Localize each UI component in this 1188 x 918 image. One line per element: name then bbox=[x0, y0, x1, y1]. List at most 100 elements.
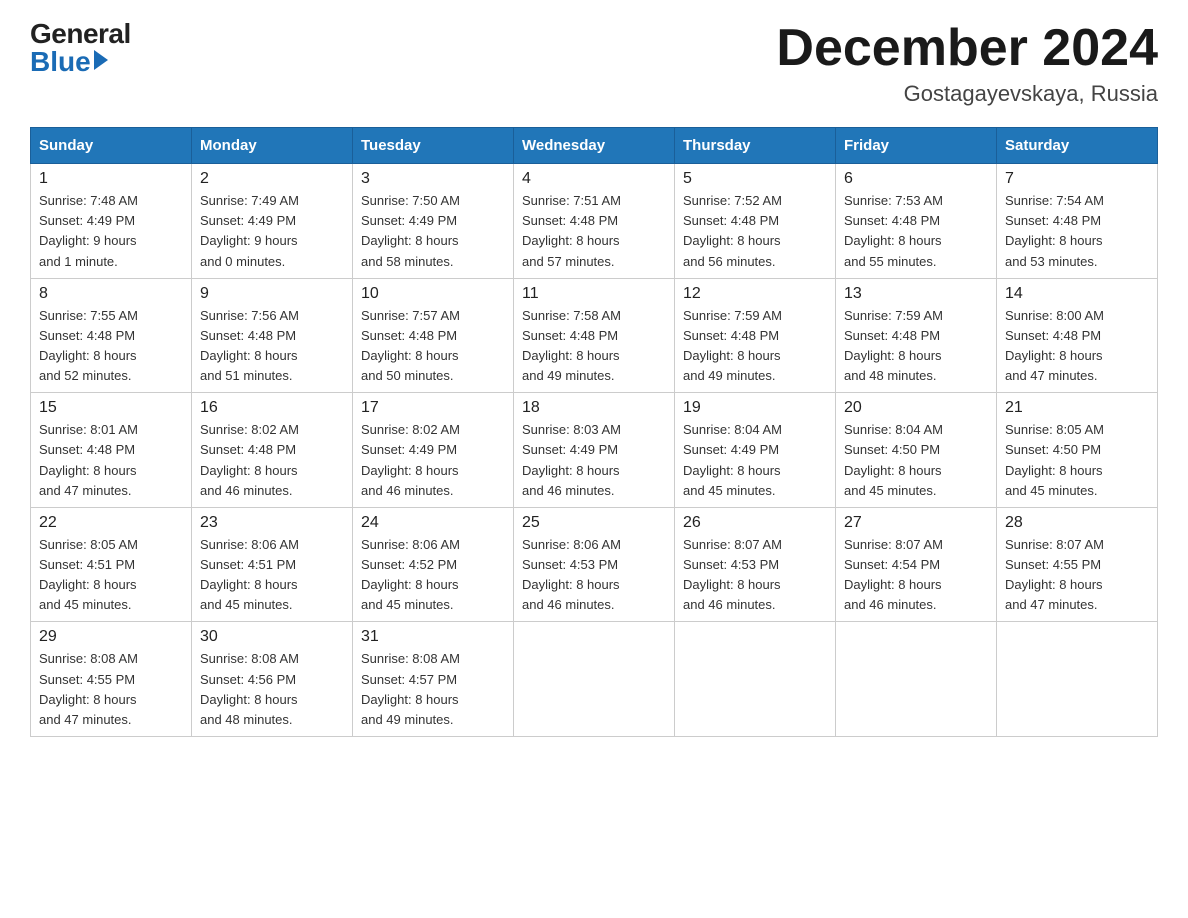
day-info: Sunrise: 8:05 AMSunset: 4:51 PMDaylight:… bbox=[39, 535, 183, 616]
logo-general-text: General bbox=[30, 18, 131, 49]
calendar-cell: 23Sunrise: 8:06 AMSunset: 4:51 PMDayligh… bbox=[192, 507, 353, 622]
header-saturday: Saturday bbox=[997, 128, 1158, 164]
day-info: Sunrise: 8:07 AMSunset: 4:55 PMDaylight:… bbox=[1005, 535, 1149, 616]
day-number: 19 bbox=[683, 399, 827, 417]
day-info: Sunrise: 8:04 AMSunset: 4:49 PMDaylight:… bbox=[683, 420, 827, 501]
calendar-week-row: 22 Sunrise: 8:05 AMSunset: 4:51 PMDayligh… bbox=[31, 507, 1158, 622]
day-number: 6 bbox=[844, 170, 988, 188]
calendar-cell: 31 Sunrise: 8:08 AMSunset: 4:57 PMDayligh… bbox=[353, 622, 514, 737]
logo-blue-text: Blue bbox=[30, 48, 91, 76]
day-number: 15 bbox=[39, 399, 183, 417]
day-number: 17 bbox=[361, 399, 505, 417]
calendar-cell: 15Sunrise: 8:01 AMSunset: 4:48 PMDayligh… bbox=[31, 393, 192, 508]
day-number: 9 bbox=[200, 285, 344, 303]
calendar-cell: 18 Sunrise: 8:03 AMSunset: 4:49 PMDayligh… bbox=[514, 393, 675, 508]
calendar-cell: 6 Sunrise: 7:53 AMSunset: 4:48 PMDaylight… bbox=[836, 164, 997, 279]
day-number: 29 bbox=[39, 628, 183, 646]
header-tuesday: Tuesday bbox=[353, 128, 514, 164]
calendar-week-row: 1 Sunrise: 7:48 AMSunset: 4:49 PMDaylight… bbox=[31, 164, 1158, 279]
day-info: Sunrise: 8:05 AMSunset: 4:50 PMDaylight:… bbox=[1005, 420, 1149, 501]
calendar-cell: 29 Sunrise: 8:08 AMSunset: 4:55 PMDayligh… bbox=[31, 622, 192, 737]
day-info: Sunrise: 8:06 AMSunset: 4:53 PMDaylight:… bbox=[522, 535, 666, 616]
calendar-cell: 25 Sunrise: 8:06 AMSunset: 4:53 PMDayligh… bbox=[514, 507, 675, 622]
day-number: 16 bbox=[200, 399, 344, 417]
day-info: Sunrise: 7:52 AMSunset: 4:48 PMDaylight:… bbox=[683, 191, 827, 272]
page-header: General Blue December 2024 Gostagayevska… bbox=[30, 20, 1158, 107]
day-info: Sunrise: 7:59 AMSunset: 4:48 PMDaylight:… bbox=[683, 306, 827, 387]
calendar-cell: 7 Sunrise: 7:54 AMSunset: 4:48 PMDaylight… bbox=[997, 164, 1158, 279]
calendar-cell: 26 Sunrise: 8:07 AMSunset: 4:53 PMDayligh… bbox=[675, 507, 836, 622]
day-info: Sunrise: 7:51 AMSunset: 4:48 PMDaylight:… bbox=[522, 191, 666, 272]
calendar-week-row: 8 Sunrise: 7:55 AMSunset: 4:48 PMDaylight… bbox=[31, 278, 1158, 393]
calendar-cell: 1 Sunrise: 7:48 AMSunset: 4:49 PMDaylight… bbox=[31, 164, 192, 279]
day-number: 8 bbox=[39, 285, 183, 303]
day-info: Sunrise: 7:56 AMSunset: 4:48 PMDaylight:… bbox=[200, 306, 344, 387]
calendar-cell: 22 Sunrise: 8:05 AMSunset: 4:51 PMDayligh… bbox=[31, 507, 192, 622]
header-wednesday: Wednesday bbox=[514, 128, 675, 164]
calendar-cell: 11Sunrise: 7:58 AMSunset: 4:48 PMDayligh… bbox=[514, 278, 675, 393]
day-number: 1 bbox=[39, 170, 183, 188]
day-number: 23 bbox=[200, 514, 344, 532]
day-number: 26 bbox=[683, 514, 827, 532]
day-number: 13 bbox=[844, 285, 988, 303]
calendar-cell: 17 Sunrise: 8:02 AMSunset: 4:49 PMDayligh… bbox=[353, 393, 514, 508]
day-info: Sunrise: 7:53 AMSunset: 4:48 PMDaylight:… bbox=[844, 191, 988, 272]
title-block: December 2024 Gostagayevskaya, Russia bbox=[776, 20, 1158, 107]
day-info: Sunrise: 8:02 AMSunset: 4:48 PMDaylight:… bbox=[200, 420, 344, 501]
day-number: 12 bbox=[683, 285, 827, 303]
calendar-cell: 9 Sunrise: 7:56 AMSunset: 4:48 PMDaylight… bbox=[192, 278, 353, 393]
day-info: Sunrise: 7:54 AMSunset: 4:48 PMDaylight:… bbox=[1005, 191, 1149, 272]
day-info: Sunrise: 7:48 AMSunset: 4:49 PMDaylight:… bbox=[39, 191, 183, 272]
day-info: Sunrise: 8:02 AMSunset: 4:49 PMDaylight:… bbox=[361, 420, 505, 501]
day-info: Sunrise: 7:59 AMSunset: 4:48 PMDaylight:… bbox=[844, 306, 988, 387]
day-info: Sunrise: 8:08 AMSunset: 4:56 PMDaylight:… bbox=[200, 649, 344, 730]
header-friday: Friday bbox=[836, 128, 997, 164]
calendar-header-row: SundayMondayTuesdayWednesdayThursdayFrid… bbox=[31, 128, 1158, 164]
logo: General Blue bbox=[30, 20, 131, 76]
header-thursday: Thursday bbox=[675, 128, 836, 164]
day-info: Sunrise: 8:08 AMSunset: 4:55 PMDaylight:… bbox=[39, 649, 183, 730]
location-text: Gostagayevskaya, Russia bbox=[776, 81, 1158, 107]
calendar-cell: 20 Sunrise: 8:04 AMSunset: 4:50 PMDayligh… bbox=[836, 393, 997, 508]
day-number: 30 bbox=[200, 628, 344, 646]
day-number: 7 bbox=[1005, 170, 1149, 188]
calendar-cell: 24Sunrise: 8:06 AMSunset: 4:52 PMDayligh… bbox=[353, 507, 514, 622]
calendar-week-row: 15Sunrise: 8:01 AMSunset: 4:48 PMDayligh… bbox=[31, 393, 1158, 508]
day-number: 4 bbox=[522, 170, 666, 188]
day-number: 28 bbox=[1005, 514, 1149, 532]
day-info: Sunrise: 8:08 AMSunset: 4:57 PMDaylight:… bbox=[361, 649, 505, 730]
day-info: Sunrise: 7:55 AMSunset: 4:48 PMDaylight:… bbox=[39, 306, 183, 387]
calendar-cell: 3Sunrise: 7:50 AMSunset: 4:49 PMDaylight… bbox=[353, 164, 514, 279]
day-info: Sunrise: 8:07 AMSunset: 4:53 PMDaylight:… bbox=[683, 535, 827, 616]
day-number: 3 bbox=[361, 170, 505, 188]
header-monday: Monday bbox=[192, 128, 353, 164]
calendar-cell bbox=[514, 622, 675, 737]
day-info: Sunrise: 8:03 AMSunset: 4:49 PMDaylight:… bbox=[522, 420, 666, 501]
day-number: 10 bbox=[361, 285, 505, 303]
day-number: 22 bbox=[39, 514, 183, 532]
day-number: 27 bbox=[844, 514, 988, 532]
calendar-table: SundayMondayTuesdayWednesdayThursdayFrid… bbox=[30, 127, 1158, 737]
day-number: 2 bbox=[200, 170, 344, 188]
calendar-cell: 28 Sunrise: 8:07 AMSunset: 4:55 PMDayligh… bbox=[997, 507, 1158, 622]
calendar-cell: 16 Sunrise: 8:02 AMSunset: 4:48 PMDayligh… bbox=[192, 393, 353, 508]
day-info: Sunrise: 7:57 AMSunset: 4:48 PMDaylight:… bbox=[361, 306, 505, 387]
day-info: Sunrise: 8:04 AMSunset: 4:50 PMDaylight:… bbox=[844, 420, 988, 501]
day-number: 25 bbox=[522, 514, 666, 532]
day-number: 11 bbox=[522, 285, 666, 303]
day-number: 20 bbox=[844, 399, 988, 417]
header-sunday: Sunday bbox=[31, 128, 192, 164]
calendar-cell: 27Sunrise: 8:07 AMSunset: 4:54 PMDayligh… bbox=[836, 507, 997, 622]
month-title: December 2024 bbox=[776, 20, 1158, 77]
day-number: 14 bbox=[1005, 285, 1149, 303]
calendar-cell: 19 Sunrise: 8:04 AMSunset: 4:49 PMDayligh… bbox=[675, 393, 836, 508]
calendar-cell: 12 Sunrise: 7:59 AMSunset: 4:48 PMDayligh… bbox=[675, 278, 836, 393]
calendar-cell: 10 Sunrise: 7:57 AMSunset: 4:48 PMDayligh… bbox=[353, 278, 514, 393]
calendar-week-row: 29 Sunrise: 8:08 AMSunset: 4:55 PMDayligh… bbox=[31, 622, 1158, 737]
day-number: 31 bbox=[361, 628, 505, 646]
day-number: 18 bbox=[522, 399, 666, 417]
logo-arrow-icon bbox=[94, 50, 108, 70]
calendar-cell: 21Sunrise: 8:05 AMSunset: 4:50 PMDayligh… bbox=[997, 393, 1158, 508]
calendar-cell: 4 Sunrise: 7:51 AMSunset: 4:48 PMDaylight… bbox=[514, 164, 675, 279]
calendar-cell bbox=[997, 622, 1158, 737]
